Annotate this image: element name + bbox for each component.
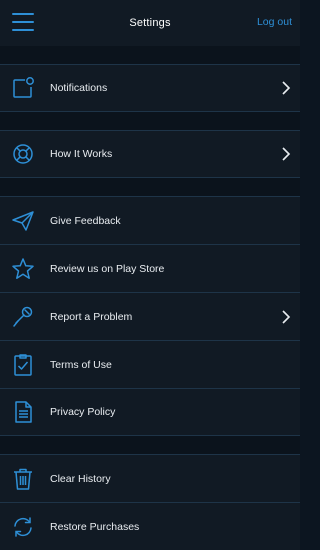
chevron-right-icon bbox=[281, 81, 291, 95]
settings-item-label: Report a Problem bbox=[50, 310, 133, 323]
settings-item-privacy-policy[interactable]: Privacy Policy bbox=[0, 388, 300, 436]
notification-icon bbox=[10, 75, 36, 101]
settings-item-how-it-works[interactable]: How It Works bbox=[0, 130, 300, 178]
top-bar: Settings Log out bbox=[0, 0, 300, 46]
settings-item-label: Clear History bbox=[50, 472, 111, 485]
settings-item-label: Privacy Policy bbox=[50, 406, 116, 418]
settings-item-restore-purchases[interactable]: Restore Purchases bbox=[0, 502, 300, 550]
group-gap bbox=[0, 46, 300, 64]
settings-item-label: Review us on Play Store bbox=[50, 262, 165, 275]
settings-item-review-play-store[interactable]: Review us on Play Store bbox=[0, 244, 300, 292]
lifebuoy-icon bbox=[10, 141, 36, 167]
settings-item-clear-history[interactable]: Clear History bbox=[0, 454, 300, 502]
document-icon bbox=[10, 399, 36, 425]
group-gap bbox=[0, 112, 300, 130]
trash-icon bbox=[10, 466, 36, 492]
chevron-right-icon bbox=[281, 309, 291, 324]
clipboard-check-icon bbox=[10, 352, 36, 378]
group-gap bbox=[0, 178, 300, 196]
settings-item-label: Give Feedback bbox=[50, 214, 121, 227]
star-icon bbox=[10, 256, 36, 282]
settings-item-report-problem[interactable]: Report a Problem bbox=[0, 292, 300, 340]
settings-item-terms-of-use[interactable]: Terms of Use bbox=[0, 340, 300, 388]
hamburger-menu-icon[interactable] bbox=[12, 13, 34, 31]
settings-item-label: Terms of Use bbox=[50, 358, 112, 371]
settings-item-label: Restore Purchases bbox=[50, 520, 140, 533]
paper-plane-icon bbox=[10, 208, 36, 234]
microphone-icon bbox=[10, 304, 36, 330]
logout-button[interactable]: Log out bbox=[257, 16, 292, 28]
settings-item-notifications[interactable]: Notifications bbox=[0, 64, 300, 112]
settings-item-give-feedback[interactable]: Give Feedback bbox=[0, 196, 300, 244]
group-gap bbox=[0, 436, 300, 454]
page-title: Settings bbox=[129, 17, 171, 29]
refresh-icon bbox=[10, 514, 36, 540]
chevron-right-icon bbox=[281, 147, 291, 161]
settings-item-label: How It Works bbox=[50, 148, 113, 160]
settings-item-label: Notifications bbox=[50, 82, 108, 94]
